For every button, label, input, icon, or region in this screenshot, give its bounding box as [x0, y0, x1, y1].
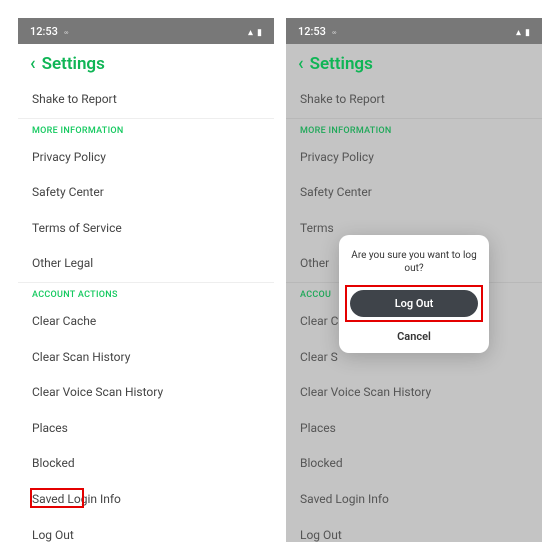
settings-list: Shake to Report MORE INFORMATION Privacy…	[18, 82, 274, 542]
header: ‹ Settings	[286, 44, 542, 82]
battery-icon	[257, 25, 262, 38]
section-account-actions: ACCOUNT ACTIONS	[18, 283, 274, 304]
item-terms[interactable]: Terms of Service	[18, 211, 274, 247]
modal-message: Are you sure you want to log out?	[349, 249, 479, 275]
logout-confirm-modal: Are you sure you want to log out? Log Ou…	[339, 235, 489, 353]
item-voice[interactable]: Clear Voice Scan History	[18, 375, 274, 411]
item-blocked[interactable]: Blocked	[18, 446, 274, 482]
phone-left: 12:53 ‹ Settings Shake to Report MORE IN…	[18, 18, 274, 542]
item-cache[interactable]: Clear Cache	[18, 304, 274, 340]
status-right	[248, 25, 262, 38]
back-chevron-icon[interactable]: ‹	[298, 55, 304, 73]
status-left: 12:53	[30, 25, 68, 38]
item-shake[interactable]: Shake to Report	[18, 82, 274, 118]
section-more-info: MORE INFORMATION	[18, 119, 274, 140]
phone-right: 12:53 ‹ Settings Shake to Report MORE IN…	[286, 18, 542, 542]
item-safety[interactable]: Safety Center	[18, 175, 274, 211]
signal-icon	[64, 25, 68, 38]
status-bar: 12:53	[18, 18, 274, 44]
page-title: Settings	[310, 54, 373, 74]
signal-icon	[332, 25, 336, 38]
status-time: 12:53	[30, 25, 58, 38]
highlight-box-modal-logout: Log Out	[345, 285, 483, 322]
wifi-icon	[248, 25, 253, 38]
item-places[interactable]: Places	[18, 411, 274, 447]
wifi-icon	[516, 25, 521, 38]
back-chevron-icon[interactable]: ‹	[30, 55, 36, 73]
logout-confirm-button[interactable]: Log Out	[350, 290, 478, 317]
item-legal[interactable]: Other Legal	[18, 246, 274, 282]
cancel-button[interactable]: Cancel	[349, 326, 479, 343]
item-logout[interactable]: Log Out	[18, 518, 274, 542]
battery-icon	[525, 25, 530, 38]
status-bar: 12:53	[286, 18, 542, 44]
status-time: 12:53	[298, 25, 326, 38]
page-title: Settings	[42, 54, 105, 74]
highlight-box-logout	[30, 488, 84, 508]
header: ‹ Settings	[18, 44, 274, 82]
status-right	[516, 25, 530, 38]
item-privacy[interactable]: Privacy Policy	[18, 140, 274, 176]
settings-list-dimmed: Shake to Report MORE INFORMATION Privacy…	[286, 82, 542, 542]
item-scan[interactable]: Clear Scan History	[18, 340, 274, 376]
modal-overlay[interactable]: Are you sure you want to log out? Log Ou…	[286, 82, 542, 542]
status-left: 12:53	[298, 25, 336, 38]
